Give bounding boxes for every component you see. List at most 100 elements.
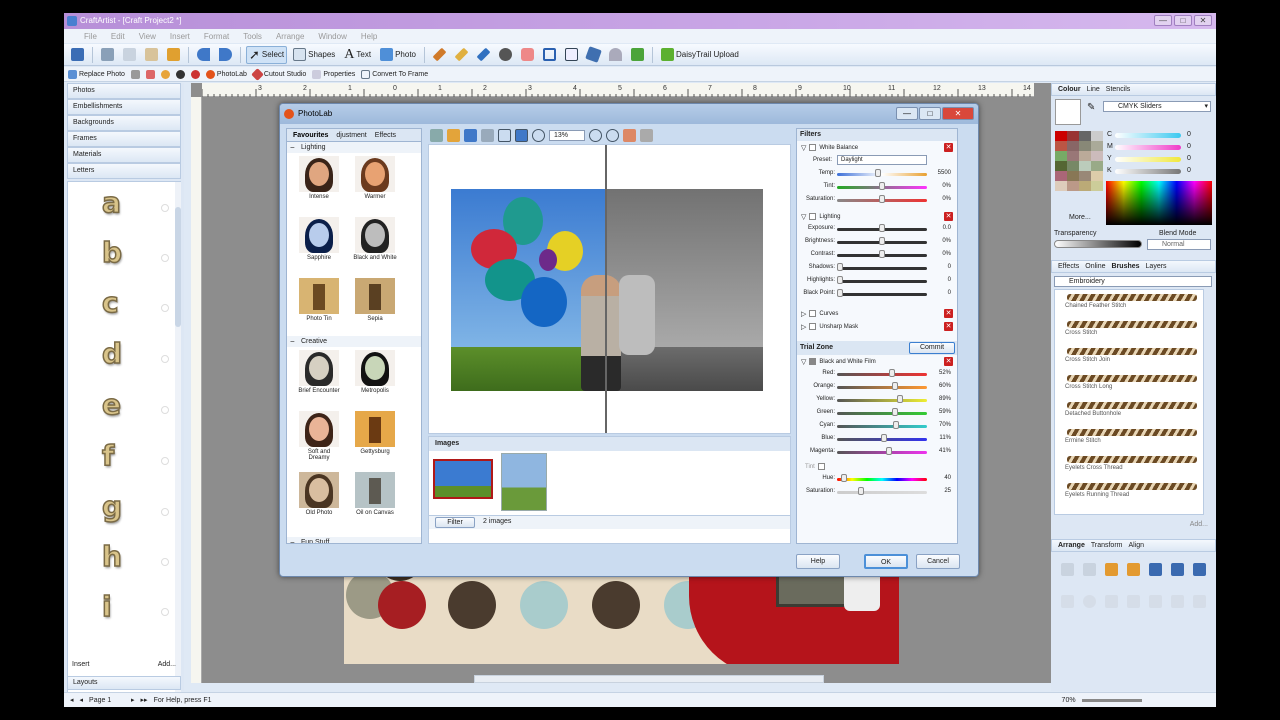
undo-icon[interactable] [464, 128, 477, 142]
image-thumb[interactable] [501, 453, 547, 511]
preset-old-photo[interactable]: Old Photo [297, 472, 341, 516]
slider-track[interactable] [837, 478, 927, 481]
palette-swatch[interactable] [1055, 151, 1067, 161]
brush-item[interactable]: Ermine Stitch [1063, 427, 1203, 447]
slider-knob[interactable] [880, 434, 887, 442]
letter-item[interactable]: e [101, 387, 122, 422]
prev-page-button[interactable]: ◂ [80, 696, 84, 704]
brush-item[interactable]: Cross Stitch Join [1063, 346, 1203, 366]
tab-transform[interactable]: Transform [1091, 542, 1123, 549]
brush-tool-button[interactable] [474, 46, 493, 64]
slider-track[interactable] [837, 386, 927, 389]
frame-tool-button[interactable] [562, 46, 581, 64]
preset-gettysburg[interactable]: Gettysburg [353, 411, 397, 455]
remove-filter-icon[interactable]: ✕ [944, 212, 953, 221]
slider-knob[interactable] [885, 447, 892, 455]
palette-swatch[interactable] [1079, 151, 1091, 161]
format-painter-button[interactable] [164, 46, 183, 64]
group-creative[interactable]: Creative [287, 336, 421, 347]
teapot-embellishment[interactable] [844, 571, 880, 611]
bw-film-checkbox[interactable] [809, 358, 817, 365]
slider-knob[interactable] [893, 421, 900, 429]
paste-button[interactable] [142, 46, 161, 64]
menu-format[interactable]: Format [204, 32, 229, 41]
preset-soft-and-dreamy[interactable]: Soft and Dreamy [297, 411, 341, 461]
tab-online[interactable]: Online [1085, 263, 1105, 270]
slider-track[interactable] [837, 267, 927, 270]
tab-effects-filters[interactable]: Effects [375, 132, 396, 139]
palette-swatch[interactable] [1055, 131, 1067, 141]
enhance-button[interactable] [160, 69, 170, 79]
slider-track[interactable] [837, 280, 927, 283]
crop-photo-button[interactable] [130, 69, 140, 79]
close-button[interactable]: ✕ [1194, 15, 1212, 26]
zoom-icon[interactable] [532, 128, 545, 142]
redeye-tool-icon[interactable] [623, 128, 636, 142]
slider-knob[interactable] [879, 182, 885, 190]
slider-knob[interactable] [841, 474, 848, 482]
tab-adjustment[interactable]: djustment [336, 132, 366, 139]
favourite-icon[interactable] [447, 128, 460, 142]
remove-filter-icon[interactable]: ✕ [944, 309, 953, 318]
slider-knob[interactable] [879, 224, 885, 232]
redo-icon[interactable] [481, 128, 494, 142]
eraser-tool-button[interactable] [518, 46, 537, 64]
slider-knob[interactable] [879, 250, 885, 258]
bring-front-icon[interactable] [1061, 563, 1074, 576]
palette-swatch[interactable] [1091, 161, 1103, 171]
letter-item[interactable]: c [101, 285, 119, 320]
crop-tool-button[interactable] [540, 46, 559, 64]
zoom-in-icon[interactable] [589, 128, 602, 142]
tint-checkbox[interactable] [817, 463, 825, 470]
slider-track[interactable] [837, 399, 927, 402]
remove-filter-icon[interactable]: ✕ [944, 357, 953, 366]
first-page-button[interactable]: ◂ [70, 696, 74, 704]
menu-edit[interactable]: Edit [111, 32, 125, 41]
palette-swatch[interactable] [1055, 171, 1067, 181]
brush-item[interactable]: Cross Stitch Long [1063, 373, 1203, 393]
split-view-icon[interactable] [515, 128, 528, 142]
preset-oil-on-canvas[interactable]: Oil on Canvas [353, 472, 397, 516]
more-colours-link[interactable]: More... [1069, 214, 1091, 221]
letter-item[interactable]: i [101, 589, 112, 624]
cmyk-slider[interactable] [1115, 145, 1181, 150]
cmyk-slider[interactable] [1115, 133, 1181, 138]
category-embellishments[interactable]: Embellishments [67, 99, 181, 115]
brush-item[interactable]: Eyelets Running Thread [1063, 481, 1203, 501]
palette-swatch[interactable] [1055, 161, 1067, 171]
slider-knob[interactable] [837, 263, 843, 271]
palette-swatch[interactable] [1091, 171, 1103, 181]
slider-track[interactable] [837, 412, 927, 415]
preset-brief-encounter[interactable]: Brief Encounter [297, 350, 341, 394]
slider-track[interactable] [837, 491, 927, 494]
preset-sapphire[interactable]: Sapphire [297, 217, 341, 261]
palette-swatch[interactable] [1079, 171, 1091, 181]
filter-curves[interactable]: ▷ Curves ✕ [797, 307, 957, 320]
center-icon[interactable] [1083, 595, 1096, 608]
forward-one-icon[interactable] [1083, 563, 1096, 576]
send-back-icon[interactable] [1127, 563, 1140, 576]
straighten-icon[interactable] [640, 128, 653, 142]
convert-to-frame-button[interactable]: Convert To Frame [361, 69, 428, 79]
brush-item[interactable]: Cross Stitch [1063, 319, 1203, 339]
size-icon[interactable] [1193, 595, 1206, 608]
add-link[interactable]: Add... [158, 658, 176, 672]
category-letters[interactable]: Letters [67, 163, 181, 179]
zoom-out-icon[interactable] [606, 128, 619, 142]
image-thumb-selected[interactable] [433, 459, 493, 499]
adjust-button[interactable] [175, 69, 185, 79]
letter-item[interactable]: a [101, 185, 121, 220]
lock-icon[interactable] [1149, 595, 1162, 608]
letter-item[interactable]: h [101, 539, 122, 574]
palette-swatch[interactable] [1067, 141, 1079, 151]
palette-swatch[interactable] [1067, 181, 1079, 191]
slider-track[interactable] [837, 173, 927, 176]
single-view-icon[interactable] [498, 128, 511, 142]
shapes-tool-button[interactable]: Shapes [290, 46, 338, 64]
tab-effects[interactable]: Effects [1058, 263, 1079, 270]
remove-filter-icon[interactable]: ✕ [944, 143, 953, 152]
add-brush-link[interactable]: Add... [1190, 521, 1208, 528]
eye-icon[interactable] [430, 128, 443, 142]
cmyk-slider[interactable] [1115, 157, 1181, 162]
lighting-checkbox[interactable] [809, 213, 817, 220]
